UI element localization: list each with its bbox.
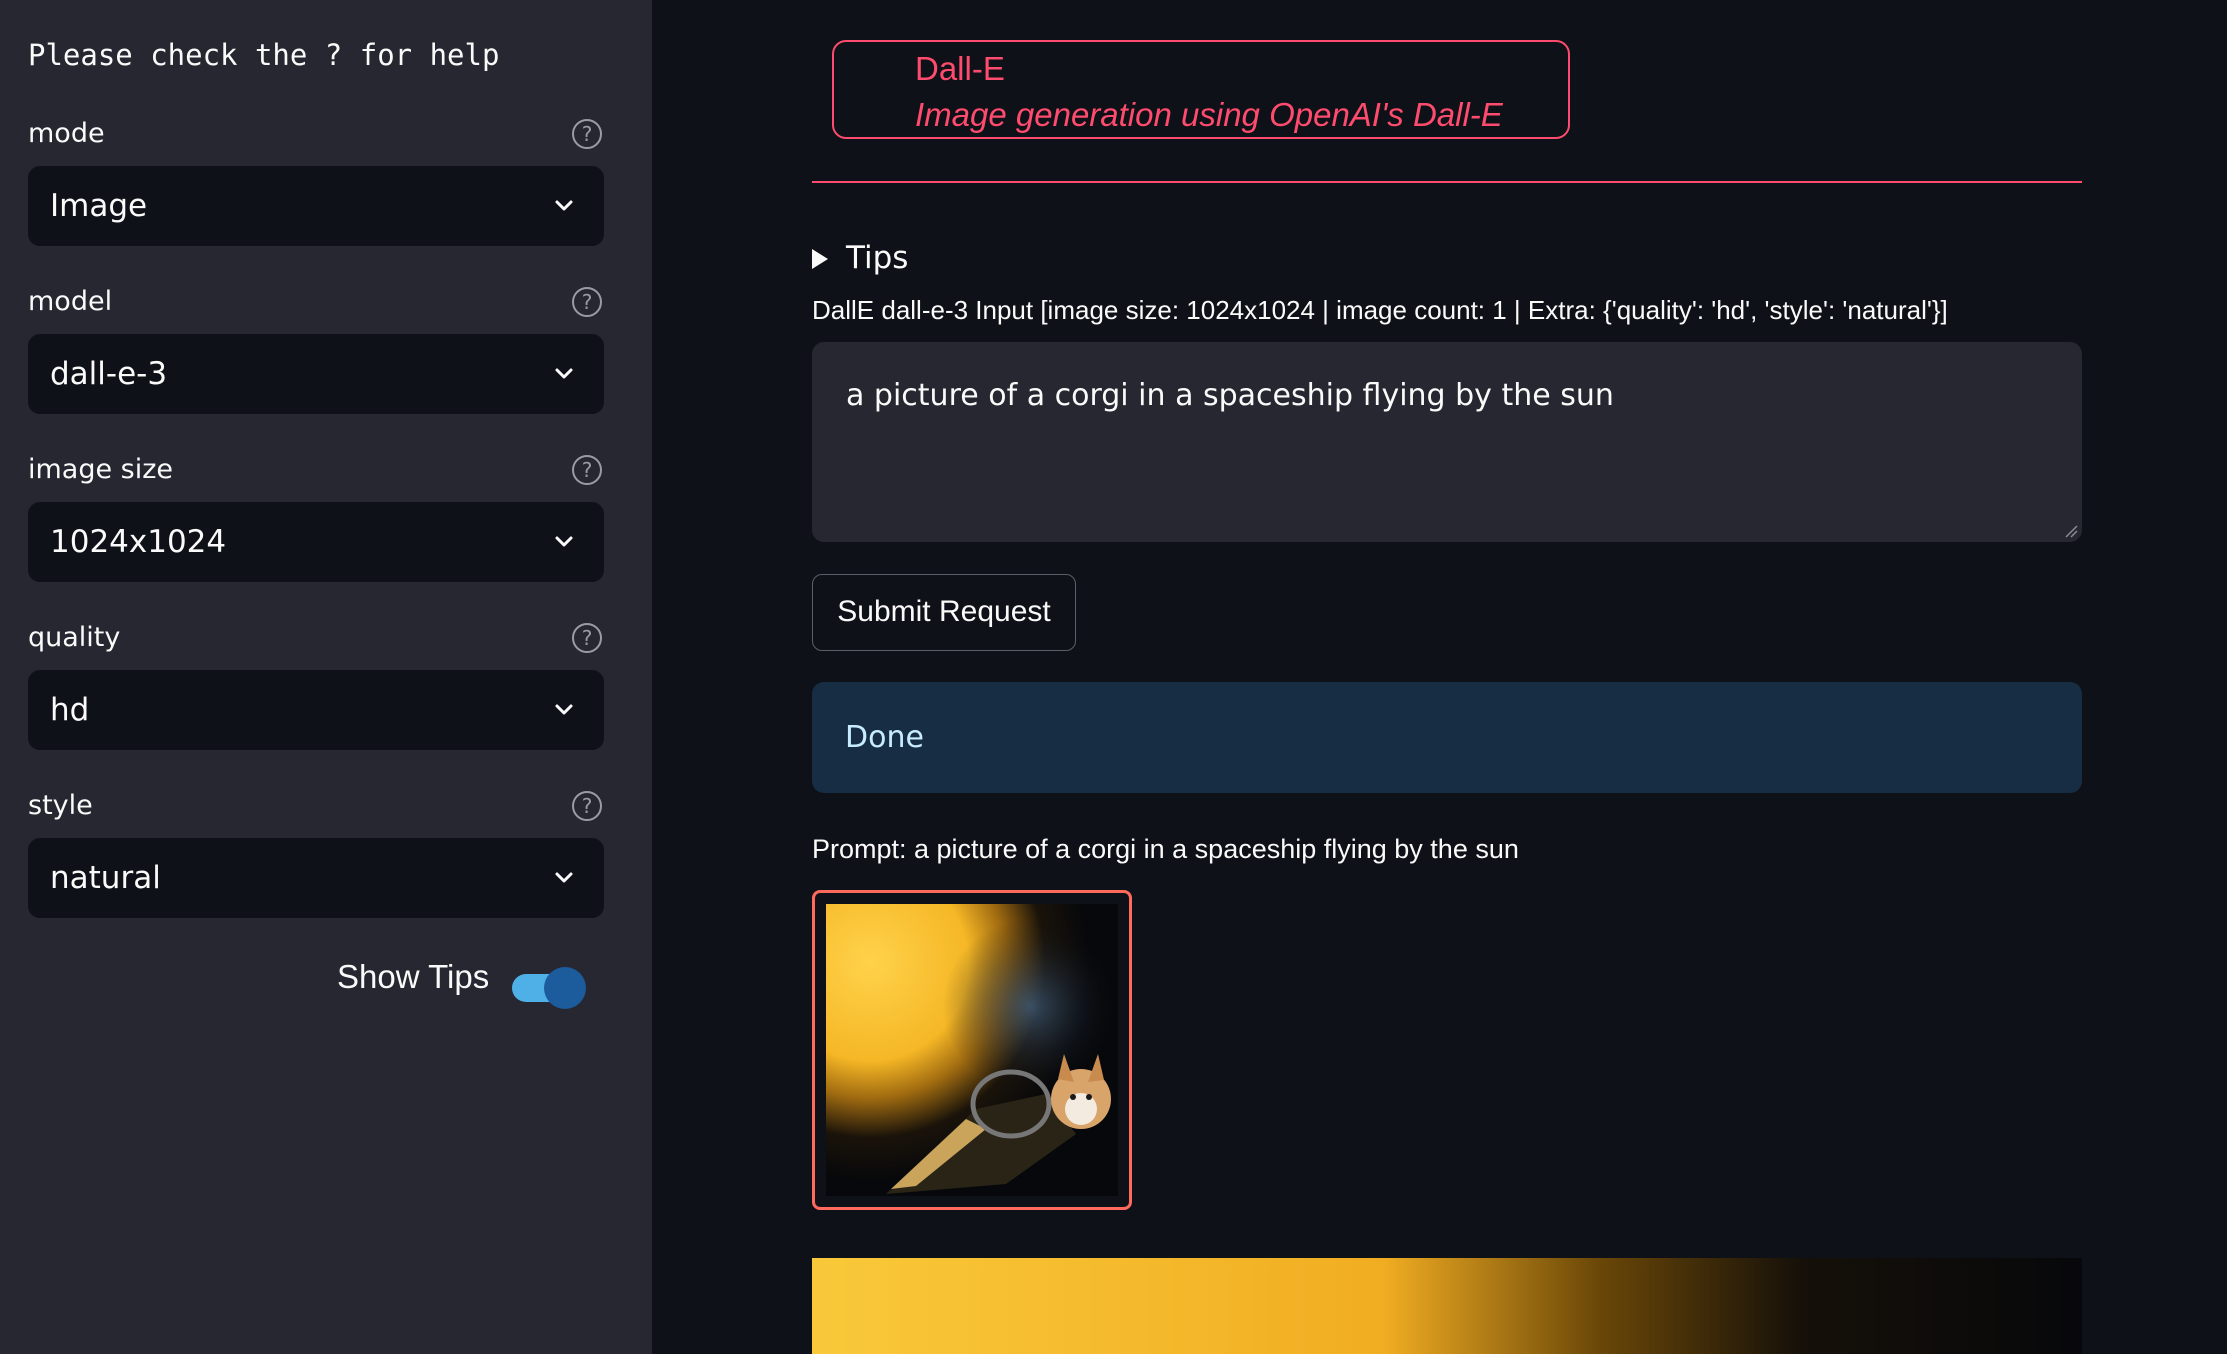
mode-select[interactable]: Image bbox=[28, 166, 604, 246]
prompt-caption: Prompt: a picture of a corgi in a spaces… bbox=[812, 834, 1519, 864]
style-select-value: natural bbox=[50, 860, 161, 896]
app-header: Dall-E Image generation using OpenAI's D… bbox=[832, 40, 1570, 139]
tips-label: Tips bbox=[846, 240, 909, 276]
generated-image-large bbox=[812, 1258, 2082, 1354]
generated-image-thumbnail[interactable] bbox=[812, 890, 1132, 1210]
style-help-icon[interactable]: ? bbox=[572, 791, 602, 821]
image-size-label: image size bbox=[28, 454, 174, 485]
image-size-select[interactable]: 1024x1024 bbox=[28, 502, 604, 582]
header-divider bbox=[812, 181, 2082, 183]
mode-label: mode bbox=[28, 118, 105, 149]
quality-help-icon[interactable]: ? bbox=[572, 623, 602, 653]
help-note: Please check the ? for help bbox=[28, 38, 500, 72]
chevron-down-icon bbox=[555, 200, 573, 211]
prompt-textarea[interactable]: a picture of a corgi in a spaceship flyi… bbox=[812, 342, 2082, 542]
model-select[interactable]: dall-e-3 bbox=[28, 334, 604, 414]
style-label: style bbox=[28, 790, 93, 821]
corgi-spaceship-image-large bbox=[812, 1258, 2082, 1354]
prompt-text: a picture of a corgi in a spaceship flyi… bbox=[846, 378, 1614, 413]
app-subtitle: Image generation using OpenAI's Dall-E bbox=[915, 96, 1503, 133]
model-select-value: dall-e-3 bbox=[50, 356, 168, 392]
show-tips-label: Show Tips bbox=[337, 958, 490, 995]
quality-select-value: hd bbox=[50, 692, 90, 728]
chevron-down-icon bbox=[555, 368, 573, 379]
chevron-down-icon bbox=[555, 872, 573, 883]
model-label: model bbox=[28, 286, 113, 317]
image-size-help-icon[interactable]: ? bbox=[572, 455, 602, 485]
image-size-select-value: 1024x1024 bbox=[50, 524, 227, 560]
model-help-icon[interactable]: ? bbox=[572, 287, 602, 317]
show-tips-toggle-knob[interactable] bbox=[544, 967, 586, 1009]
chevron-down-icon bbox=[555, 704, 573, 715]
submit-request-button[interactable]: Submit Request bbox=[812, 574, 1076, 651]
chevron-down-icon bbox=[555, 536, 573, 547]
sidebar: Please check the ? for help mode ? Image… bbox=[0, 0, 652, 1354]
status-text: Done bbox=[845, 720, 924, 755]
quality-label: quality bbox=[28, 622, 121, 653]
quality-select[interactable]: hd bbox=[28, 670, 604, 750]
style-select[interactable]: natural bbox=[28, 838, 604, 918]
resize-grip-icon[interactable] bbox=[2064, 524, 2078, 538]
triangle-right-icon bbox=[812, 249, 828, 269]
mode-select-value: Image bbox=[50, 188, 148, 224]
mode-help-icon[interactable]: ? bbox=[572, 119, 602, 149]
corgi-spaceship-image bbox=[826, 904, 1118, 1196]
app-title: Dall-E bbox=[915, 50, 1005, 87]
prompt-input-label: DallE dall-e-3 Input [image size: 1024x1… bbox=[812, 295, 1948, 325]
status-alert: Done bbox=[812, 682, 2082, 793]
